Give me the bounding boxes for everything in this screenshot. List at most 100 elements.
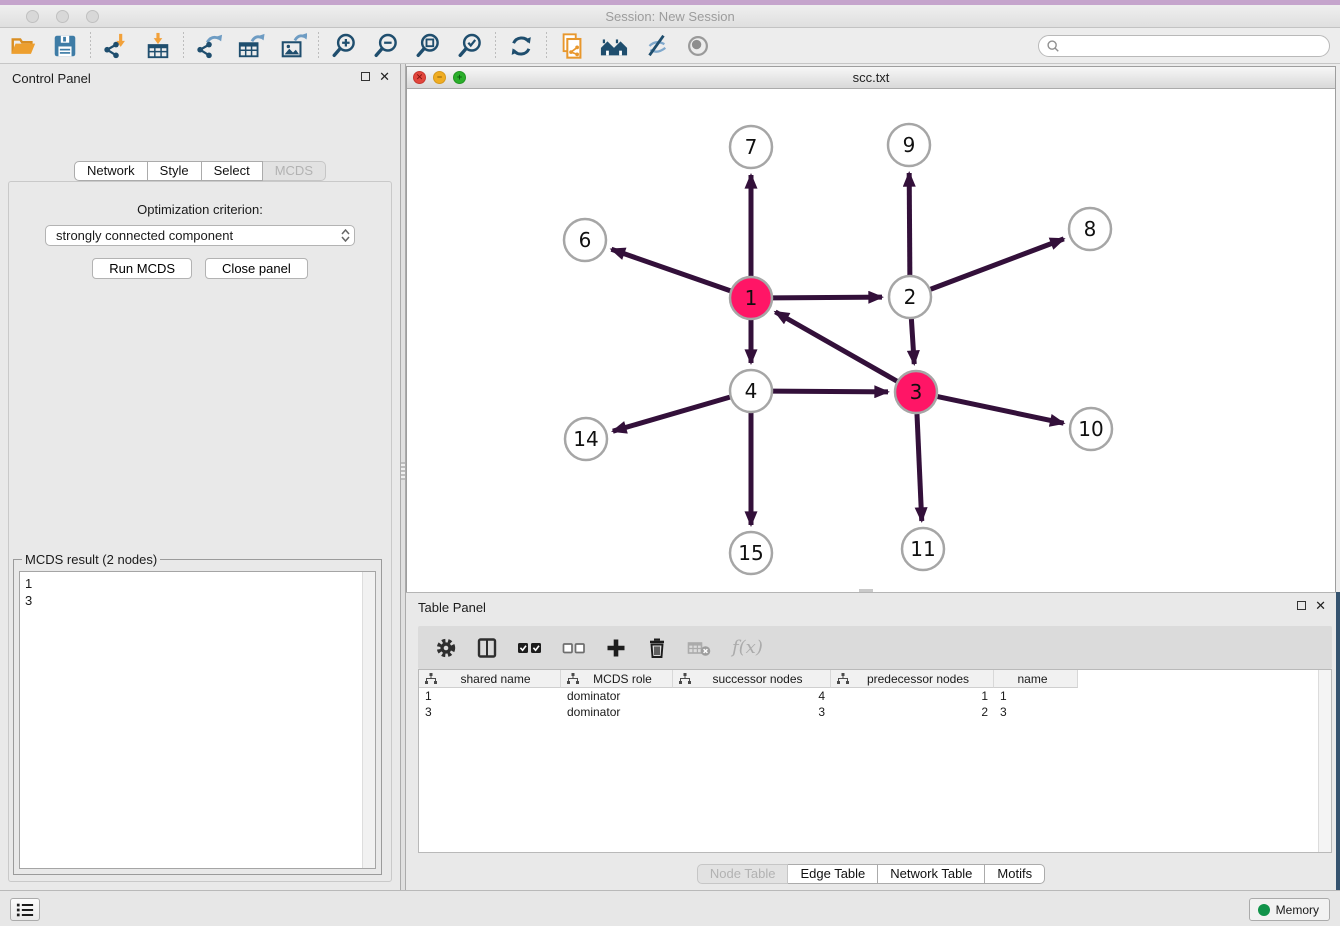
table-options-gear-button[interactable] bbox=[435, 637, 457, 659]
table-cell[interactable]: 3 bbox=[419, 704, 561, 720]
search-input[interactable] bbox=[1060, 37, 1329, 55]
toolbar-separator bbox=[90, 32, 91, 60]
table-cell[interactable]: 2 bbox=[831, 704, 994, 720]
column-header-shared-name[interactable]: shared name bbox=[419, 670, 561, 688]
tab-edge-table[interactable]: Edge Table bbox=[788, 864, 878, 884]
search-box[interactable] bbox=[1038, 35, 1330, 57]
refresh-view-button[interactable] bbox=[506, 31, 536, 61]
table-cell[interactable]: 3 bbox=[994, 704, 1078, 720]
table-cell[interactable]: 1 bbox=[831, 688, 994, 704]
edge-3-1[interactable] bbox=[775, 312, 897, 381]
edge-2-9[interactable] bbox=[909, 173, 910, 275]
table-cell[interactable]: dominator bbox=[561, 688, 673, 704]
edge-2-8[interactable] bbox=[931, 239, 1064, 289]
unselect-all-columns-button[interactable] bbox=[562, 637, 586, 659]
export-table-button[interactable] bbox=[236, 31, 266, 61]
zoom-out-button[interactable] bbox=[371, 31, 401, 61]
node-label-1: 1 bbox=[745, 286, 758, 310]
unchecked-boxes-icon bbox=[562, 637, 586, 659]
edge-2-3[interactable] bbox=[911, 319, 914, 364]
columns-icon bbox=[476, 637, 498, 659]
result-scrollbar[interactable] bbox=[362, 572, 375, 868]
float-table-panel-icon[interactable] bbox=[1297, 601, 1306, 610]
table-scrollbar[interactable] bbox=[1318, 670, 1331, 852]
memory-button[interactable]: Memory bbox=[1249, 898, 1330, 921]
delete-table-icon bbox=[687, 637, 713, 659]
export-image-icon bbox=[279, 32, 307, 60]
table-row[interactable]: 3dominator323 bbox=[419, 704, 1331, 720]
edge-1-2[interactable] bbox=[773, 297, 882, 298]
run-mcds-button[interactable]: Run MCDS bbox=[92, 258, 192, 279]
tab-network[interactable]: Network bbox=[74, 161, 148, 181]
import-network-button[interactable] bbox=[101, 31, 131, 61]
selected-option-label: strongly connected component bbox=[56, 228, 233, 243]
hide-panel-eye-button[interactable] bbox=[641, 31, 671, 61]
plus-icon bbox=[605, 637, 627, 659]
column-header-label: MCDS role bbox=[579, 672, 672, 686]
column-header-predecessor-nodes[interactable]: predecessor nodes bbox=[831, 670, 994, 688]
tab-node-table[interactable]: Node Table bbox=[697, 864, 789, 884]
network-graph[interactable]: 7968124314101511 bbox=[407, 89, 1335, 592]
node-label-14: 14 bbox=[573, 427, 598, 451]
splitter-grip[interactable] bbox=[401, 462, 405, 480]
table-cell[interactable]: 1 bbox=[419, 688, 561, 704]
function-builder-button[interactable]: f(x) bbox=[732, 637, 763, 658]
add-column-button[interactable] bbox=[605, 637, 627, 659]
tab-network-table[interactable]: Network Table bbox=[878, 864, 985, 884]
column-header-MCDS-role[interactable]: MCDS role bbox=[561, 670, 673, 688]
cyndex-browser-button[interactable] bbox=[599, 31, 629, 61]
save-disk-icon bbox=[51, 32, 79, 60]
table-row[interactable]: 1dominator411 bbox=[419, 688, 1331, 704]
edge-1-6[interactable] bbox=[611, 249, 730, 291]
export-network-button[interactable] bbox=[194, 31, 224, 61]
tab-mcds[interactable]: MCDS bbox=[263, 161, 326, 181]
column-header-label: predecessor nodes bbox=[849, 672, 993, 686]
export-image-button[interactable] bbox=[278, 31, 308, 61]
node-label-9: 9 bbox=[903, 133, 916, 157]
network-window-titlebar[interactable]: ✕ − + scc.txt bbox=[407, 67, 1335, 89]
node-table: shared name MCDS rolesuccessor nodes prede… bbox=[418, 669, 1332, 853]
toolbar-separator bbox=[183, 32, 184, 60]
show-eye-button[interactable] bbox=[683, 31, 713, 61]
edge-3-11[interactable] bbox=[917, 414, 922, 521]
tab-select[interactable]: Select bbox=[202, 161, 263, 181]
delete-column-button[interactable] bbox=[646, 637, 668, 659]
save-session-button[interactable] bbox=[50, 31, 80, 61]
table-cell[interactable]: dominator bbox=[561, 704, 673, 720]
network-file-icon bbox=[558, 32, 586, 60]
column-header-successor-nodes[interactable]: successor nodes bbox=[673, 670, 831, 688]
attribute-tree-icon bbox=[679, 673, 691, 684]
edge-4-3[interactable] bbox=[773, 391, 888, 392]
show-task-history-button[interactable] bbox=[10, 898, 40, 921]
table-cell[interactable]: 3 bbox=[673, 704, 831, 720]
float-panel-icon[interactable] bbox=[361, 72, 370, 81]
zoom-in-button[interactable] bbox=[329, 31, 359, 61]
optimization-criterion-select[interactable]: strongly connected component bbox=[45, 225, 355, 246]
zoom-selected-icon bbox=[456, 32, 484, 60]
export-network-icon bbox=[195, 32, 223, 60]
table-cell[interactable]: 4 bbox=[673, 688, 831, 704]
zoom-selected-button[interactable] bbox=[455, 31, 485, 61]
close-panel-icon[interactable]: ✕ bbox=[379, 71, 390, 82]
tab-motifs[interactable]: Motifs bbox=[985, 864, 1045, 884]
network-title: scc.txt bbox=[407, 70, 1335, 85]
edge-3-10[interactable] bbox=[938, 397, 1064, 424]
import-table-button[interactable] bbox=[143, 31, 173, 61]
close-table-panel-icon[interactable]: ✕ bbox=[1315, 600, 1326, 611]
column-header-name[interactable]: name bbox=[994, 670, 1078, 688]
attribute-tree-icon bbox=[567, 673, 579, 684]
select-stepper-icon bbox=[336, 226, 354, 245]
open-session-button[interactable] bbox=[8, 31, 38, 61]
tab-style[interactable]: Style bbox=[148, 161, 202, 181]
new-network-from-file-button[interactable] bbox=[557, 31, 587, 61]
zoom-fit-button[interactable] bbox=[413, 31, 443, 61]
edge-4-14[interactable] bbox=[613, 397, 730, 431]
show-column-button[interactable] bbox=[476, 637, 498, 659]
delete-table-button[interactable] bbox=[687, 637, 713, 659]
select-all-columns-button[interactable] bbox=[517, 637, 543, 659]
network-canvas[interactable]: 7968124314101511 bbox=[407, 89, 1335, 592]
node-label-6: 6 bbox=[579, 228, 592, 252]
table-cell[interactable]: 1 bbox=[994, 688, 1078, 704]
mcds-result-textarea[interactable]: 1 3 bbox=[19, 571, 376, 869]
close-panel-button[interactable]: Close panel bbox=[205, 258, 308, 279]
